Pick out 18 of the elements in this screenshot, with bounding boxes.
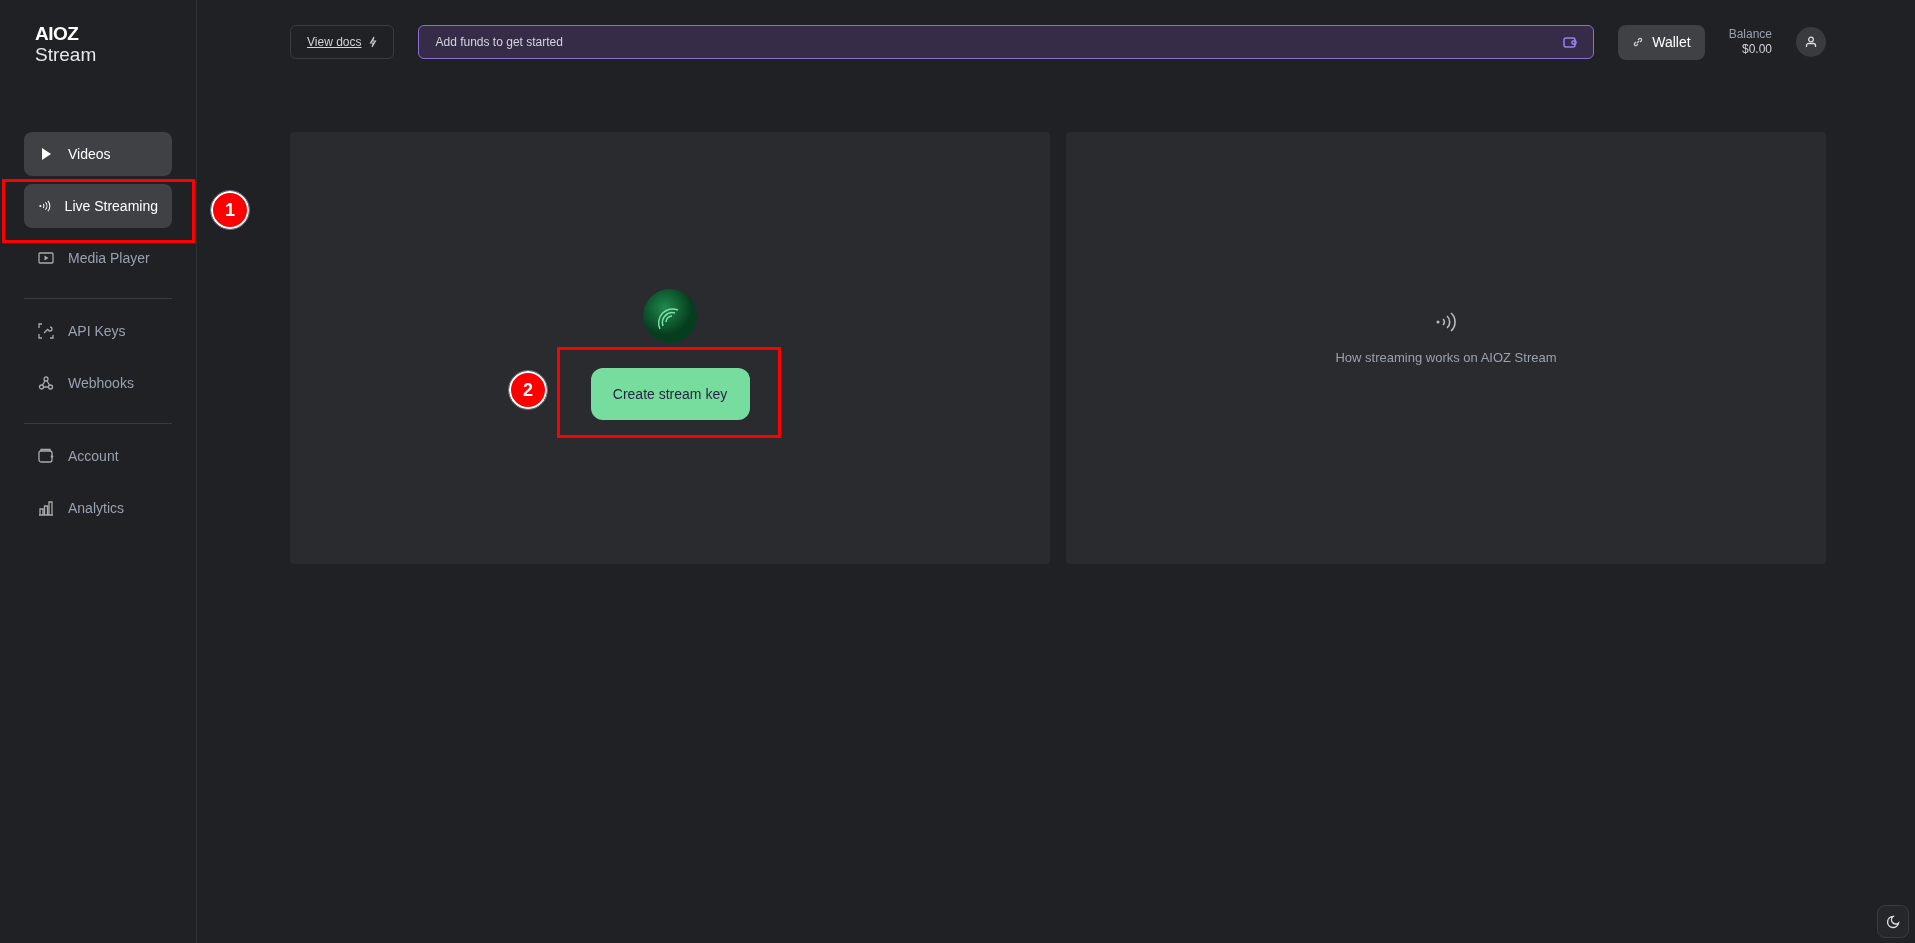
logo-brand: AIOZ xyxy=(35,24,80,44)
sidebar-item[interactable]: Account xyxy=(24,434,172,478)
add-funds-banner[interactable]: Add funds to get started xyxy=(418,25,1595,59)
wallet-button[interactable]: Wallet xyxy=(1618,24,1705,60)
sidebar-item[interactable]: Media Player xyxy=(24,236,172,280)
banner-text: Add funds to get started xyxy=(435,34,563,51)
create-stream-key-button[interactable]: Create stream key xyxy=(590,368,750,420)
sidebar-item[interactable]: Live Streaming xyxy=(24,184,172,228)
view-docs-button[interactable]: View docs xyxy=(290,25,395,59)
sidebar-item[interactable]: Analytics xyxy=(24,486,172,530)
info-text: How streaming works on AIOZ Stream xyxy=(1335,349,1557,367)
balance-label: Balance xyxy=(1728,27,1772,42)
sidebar-item[interactable]: API Keys xyxy=(24,309,172,353)
logo-product: Stream xyxy=(35,44,98,66)
sidebar-item[interactable]: Videos xyxy=(24,132,172,176)
balance-value: $0.00 xyxy=(1741,42,1772,57)
step-number: 1 xyxy=(211,191,249,229)
sidebar-item[interactable]: Webhooks xyxy=(24,361,172,405)
